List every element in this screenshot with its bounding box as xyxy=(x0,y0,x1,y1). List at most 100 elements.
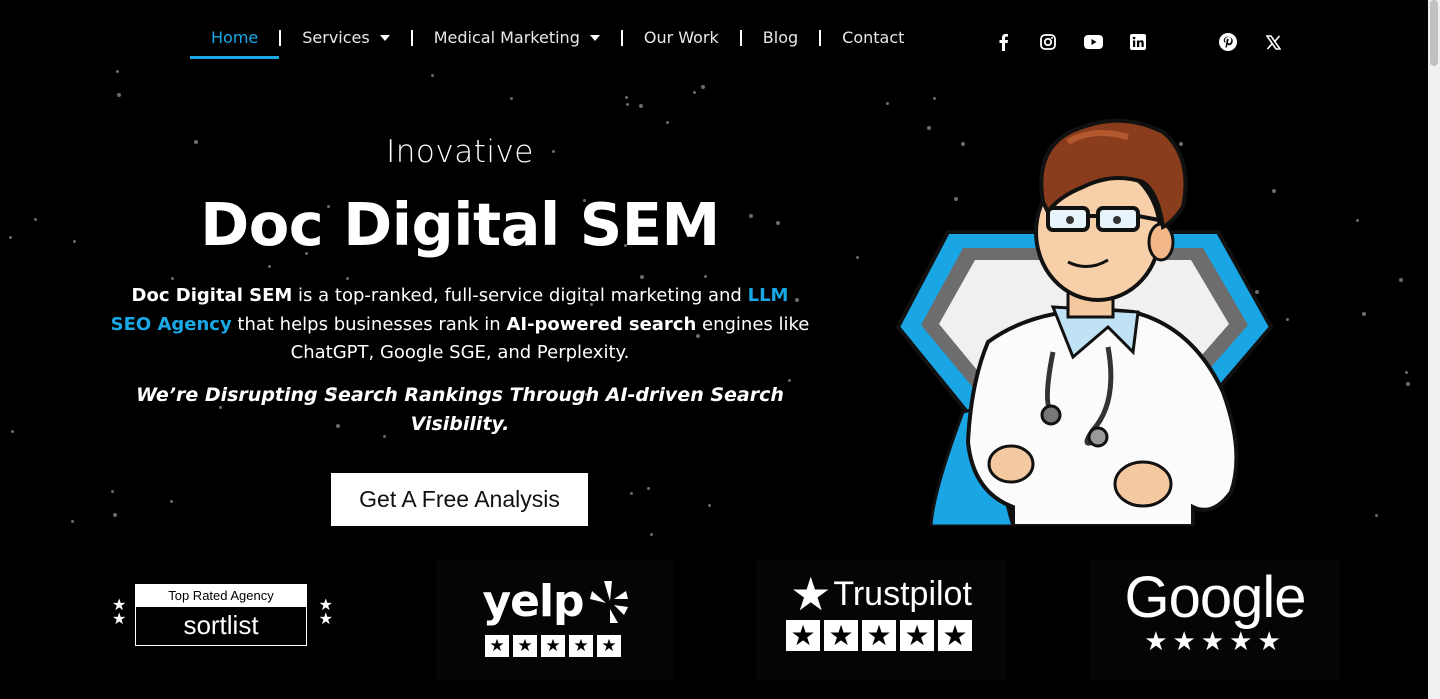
rating-star-icon: ★ xyxy=(862,620,896,651)
nav-item-our-work[interactable]: Our Work xyxy=(623,22,740,53)
stars-right-icon: ★ ★ xyxy=(318,595,333,628)
background-star xyxy=(346,277,349,280)
background-star xyxy=(1286,318,1289,321)
background-star xyxy=(116,70,119,73)
page: Home Services Medical Marketing Our Work… xyxy=(0,0,1428,699)
rating-star-icon: ★ xyxy=(513,635,537,657)
rating-star-icon: ★ xyxy=(1229,627,1258,657)
background-star xyxy=(117,93,121,97)
background-star xyxy=(113,513,117,517)
nav-item-blog[interactable]: Blog xyxy=(742,22,819,53)
sortlist-badge[interactable]: ★ ★ Top Rated Agency sortlist ★ ★ xyxy=(110,580,335,650)
rating-star-icon: ★ xyxy=(1257,627,1286,657)
background-star xyxy=(1375,514,1378,517)
rating-star-icon: ★ xyxy=(1172,627,1201,657)
background-star xyxy=(1362,312,1366,316)
nav-label: Blog xyxy=(762,28,799,47)
rating-star-icon: ★ xyxy=(824,620,858,651)
description-text: is a top-ranked, full-service digital ma… xyxy=(292,285,748,306)
rating-star-icon: ★ xyxy=(569,635,593,657)
background-star xyxy=(886,102,889,105)
background-star xyxy=(666,121,669,124)
rating-star-icon: ★ xyxy=(597,635,621,657)
scrollbar-thumb[interactable] xyxy=(1430,0,1438,66)
background-star xyxy=(1406,382,1410,386)
background-star xyxy=(71,520,74,523)
main-nav: Home Services Medical Marketing Our Work… xyxy=(190,22,925,60)
yelp-badge[interactable]: yelp ★ ★ ★ ★ ★ xyxy=(436,560,674,680)
trustpilot-logo: ★ Trustpilot xyxy=(790,568,972,620)
rating-star-icon: ★ xyxy=(786,620,820,651)
doctor-mascot-illustration xyxy=(895,118,1273,526)
pinterest-icon[interactable] xyxy=(1217,31,1239,53)
page-scrollbar[interactable] xyxy=(1428,0,1440,699)
background-star xyxy=(1356,219,1359,222)
background-star xyxy=(510,97,513,100)
social-links xyxy=(992,31,1307,53)
background-star xyxy=(170,500,173,503)
trustpilot-star-rating: ★ ★ ★ ★ ★ xyxy=(786,620,976,651)
trustpilot-star-icon: ★ xyxy=(790,568,832,620)
x-icon[interactable] xyxy=(1262,31,1284,53)
trustpilot-name: Trustpilot xyxy=(833,574,972,613)
yelp-name: yelp xyxy=(482,576,584,627)
brand-name: Doc Digital SEM xyxy=(131,285,293,306)
linkedin-icon[interactable] xyxy=(1127,31,1149,53)
background-star xyxy=(171,277,174,280)
nav-item-home[interactable]: Home xyxy=(190,22,280,59)
nav-item-contact[interactable]: Contact xyxy=(821,22,925,53)
background-star xyxy=(704,275,707,278)
background-star xyxy=(640,275,644,279)
free-analysis-button[interactable]: Get A Free Analysis xyxy=(331,473,588,526)
stars-left-icon: ★ ★ xyxy=(112,595,127,628)
hero-tagline: We’re Disrupting Search Rankings Through… xyxy=(136,384,784,435)
background-star xyxy=(933,97,936,100)
background-star xyxy=(701,85,705,89)
hero-title: Doc Digital SEM xyxy=(200,190,720,259)
rating-star-icon: ★ xyxy=(938,620,972,651)
google-logo: Google xyxy=(1124,565,1306,630)
background-star xyxy=(11,430,14,433)
facebook-icon[interactable] xyxy=(992,31,1014,53)
background-star xyxy=(1399,278,1403,282)
nav-label: Services xyxy=(302,28,370,47)
rating-star-icon: ★ xyxy=(541,635,565,657)
background-star xyxy=(194,140,198,144)
background-star xyxy=(647,487,650,490)
rating-star-icon: ★ xyxy=(1144,627,1173,657)
yelp-burst-icon xyxy=(589,580,628,623)
hero-description: Doc Digital SEM is a top-ranked, full-se… xyxy=(110,282,810,368)
background-star xyxy=(626,103,629,106)
instagram-icon[interactable] xyxy=(1037,31,1059,53)
nav-item-services[interactable]: Services xyxy=(281,22,410,53)
google-badge[interactable]: Google ★★★★★ xyxy=(1090,560,1340,680)
google-star-rating: ★★★★★ xyxy=(1144,627,1286,657)
background-star xyxy=(268,265,271,268)
rating-star-icon: ★ xyxy=(900,620,934,651)
background-star xyxy=(625,96,628,99)
rating-star-icon: ★ xyxy=(1200,627,1230,657)
background-star xyxy=(650,533,653,536)
nav-label: Our Work xyxy=(643,28,719,47)
nav-item-medical-marketing[interactable]: Medical Marketing xyxy=(413,22,621,53)
background-star xyxy=(693,91,696,94)
caret-down-icon xyxy=(589,34,600,41)
sortlist-name: sortlist xyxy=(183,610,259,640)
trustpilot-badge[interactable]: ★ Trustpilot ★ ★ ★ ★ ★ xyxy=(756,560,1006,680)
background-star xyxy=(1405,371,1408,374)
background-star xyxy=(73,240,76,243)
yelp-star-rating: ★ ★ ★ ★ ★ xyxy=(485,635,625,657)
sortlist-box: Top Rated Agency sortlist xyxy=(135,584,307,646)
nav-label: Home xyxy=(211,28,259,47)
top-rated-label: Top Rated Agency xyxy=(136,585,306,607)
background-star xyxy=(630,492,633,495)
caret-down-icon xyxy=(379,34,390,41)
background-star xyxy=(639,104,643,108)
background-star xyxy=(708,504,711,507)
background-star xyxy=(431,74,434,77)
youtube-icon[interactable] xyxy=(1082,31,1104,53)
nav-label: Contact xyxy=(842,28,905,47)
background-star xyxy=(9,236,12,239)
yelp-logo: yelp xyxy=(482,576,628,627)
hero-kicker: Inovative xyxy=(386,134,534,170)
